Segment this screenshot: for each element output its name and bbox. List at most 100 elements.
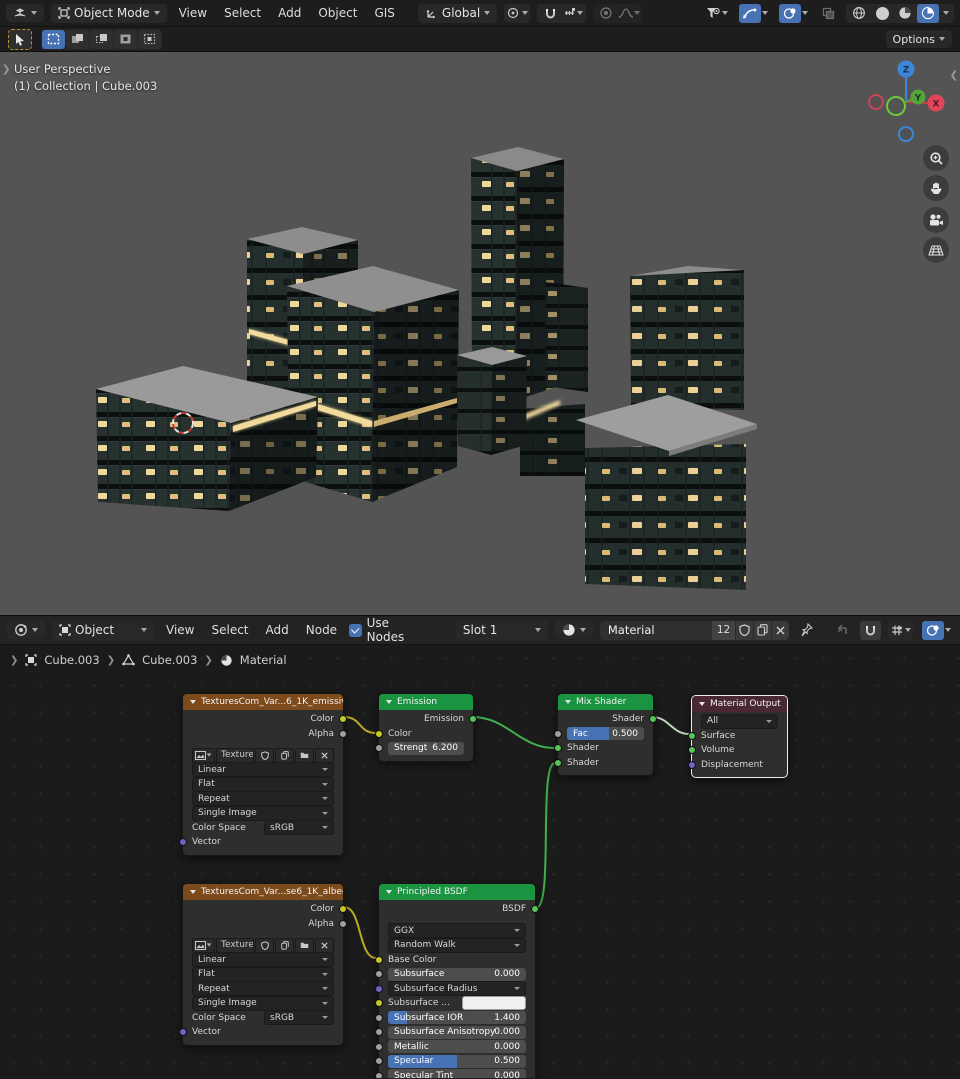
socket-subsurface-ior-input[interactable]	[375, 1014, 383, 1022]
image-browse-button[interactable]	[192, 938, 215, 953]
node-image-texture-emissive[interactable]: TexturesCom_Var...6_1K_emissive.tif Colo…	[182, 693, 344, 856]
source-dropdown[interactable]: Single Image	[192, 996, 334, 1011]
image-copy-button[interactable]	[275, 938, 294, 953]
socket-volume-input[interactable]	[688, 746, 696, 754]
socket-subsurface-input[interactable]	[375, 970, 383, 978]
show-overlays-toggle[interactable]	[779, 4, 801, 23]
distribution-dropdown[interactable]: GGX	[388, 923, 526, 938]
node-snap-toggle[interactable]	[860, 621, 881, 640]
breadcrumb-material[interactable]: Material	[240, 653, 287, 667]
collapse-icon[interactable]	[699, 702, 705, 706]
metallic-slider[interactable]: Metallic0.000	[388, 1040, 526, 1053]
socket-vector-input[interactable]	[179, 1028, 187, 1036]
snap-magnet-toggle[interactable]	[539, 4, 561, 23]
proportional-editing-toggle[interactable]	[595, 4, 617, 23]
socket-specular-input[interactable]	[375, 1057, 383, 1065]
transform-orientation-dropdown[interactable]: Global	[418, 4, 497, 23]
collapse-icon[interactable]	[190, 890, 196, 894]
socket-subsurface-anisotropy-input[interactable]	[375, 1028, 383, 1036]
editor-type-button[interactable]	[6, 4, 44, 22]
subsurface-method-dropdown[interactable]: Random Walk	[388, 938, 526, 953]
building-flat-right[interactable]	[630, 266, 744, 410]
menu-view[interactable]: View	[174, 0, 212, 26]
material-users-count[interactable]: 12	[712, 621, 735, 640]
subsurface-anisotropy-slider[interactable]: Subsurface Anisotropy0.000	[388, 1026, 526, 1039]
menu-object[interactable]: Object	[313, 0, 362, 26]
breadcrumb-object[interactable]: Cube.003	[44, 653, 99, 667]
node-menu-add[interactable]: Add	[261, 617, 294, 643]
node-menu-node[interactable]: Node	[301, 617, 342, 643]
shading-material-button[interactable]	[894, 4, 916, 23]
region-expand-left-icon[interactable]: ❯	[2, 64, 10, 75]
image-fake-user-button[interactable]	[255, 938, 274, 953]
interpolation-dropdown[interactable]: Linear	[192, 952, 334, 967]
material-name-field[interactable]: Material	[600, 623, 712, 637]
socket-displacement-input[interactable]	[688, 761, 696, 769]
shading-rendered-button[interactable]	[917, 4, 939, 23]
image-name-field[interactable]: TexturesCom_...	[216, 748, 254, 763]
shading-wireframe-button[interactable]	[848, 4, 870, 23]
image-unlink-button[interactable]	[315, 748, 334, 763]
viewport-pan-button[interactable]	[923, 175, 949, 201]
node-mix-shader[interactable]: Mix Shader Shader Fac 0.500 Shader Shade…	[557, 693, 654, 776]
navigation-gizmo[interactable]: Z Y X	[869, 61, 945, 142]
fake-user-button[interactable]	[735, 621, 753, 640]
socket-subsurface-radius-input[interactable]	[375, 985, 383, 993]
new-material-button[interactable]	[753, 621, 771, 640]
gizmo-axis-neg-x[interactable]	[869, 95, 883, 109]
gizmo-axis-neg-y[interactable]	[887, 97, 905, 115]
menu-select[interactable]: Select	[219, 0, 266, 26]
subsurface-color-swatch[interactable]	[462, 996, 526, 1010]
specular-slider[interactable]: Specular0.500	[388, 1055, 526, 1068]
pivot-point-group[interactable]	[504, 4, 530, 23]
collapse-icon[interactable]	[386, 890, 392, 894]
image-copy-button[interactable]	[275, 748, 294, 763]
visibility-dropdown[interactable]	[703, 4, 730, 23]
node-menu-select[interactable]: Select	[206, 617, 253, 643]
gizmo-axis-neg-z[interactable]	[899, 127, 913, 141]
viewport-zoom-button[interactable]	[923, 145, 949, 171]
select-box-new-button[interactable]	[42, 30, 65, 49]
socket-specular-tint-input[interactable]	[375, 1072, 383, 1078]
image-unlink-button[interactable]	[315, 938, 334, 953]
unlink-material-button[interactable]	[771, 621, 789, 640]
options-dropdown[interactable]: Options	[886, 30, 952, 48]
building-right-cube[interactable]	[576, 395, 757, 590]
specular-tint-slider[interactable]: Specular Tint0.000	[388, 1069, 526, 1078]
shading-solid-button[interactable]	[871, 4, 893, 23]
socket-shader2-input[interactable]	[554, 759, 562, 767]
snap-target-dropdown[interactable]	[562, 4, 584, 23]
select-subtract-button[interactable]	[90, 30, 113, 49]
menu-gis[interactable]: GIS	[369, 0, 399, 26]
collapse-icon[interactable]	[565, 700, 571, 704]
socket-subsurface-color-input[interactable]	[375, 999, 383, 1007]
strength-slider[interactable]: Strengt 6.200	[388, 742, 464, 755]
viewport-perspective-button[interactable]	[923, 237, 949, 263]
viewport-3d[interactable]: Z Y X User Perspective (1) Collection | …	[0, 52, 960, 615]
socket-surface-input[interactable]	[688, 732, 696, 740]
node-material-output[interactable]: Material Output All Surface Volume Displ…	[691, 695, 788, 778]
socket-alpha-output[interactable]	[339, 920, 347, 928]
image-name-field[interactable]: TexturesCom_...	[216, 938, 254, 953]
link-bsdf-to-mix[interactable]	[536, 763, 555, 908]
browse-material-button[interactable]	[555, 621, 593, 639]
output-target-dropdown[interactable]: All	[701, 714, 778, 729]
shader-node-editor[interactable]: ❯ Cube.003 ❯ Cube.003 ❯ Material Texture…	[0, 645, 960, 1078]
image-browse-button[interactable]	[192, 748, 215, 763]
select-intersect-button[interactable]	[138, 30, 161, 49]
projection-dropdown[interactable]: Flat	[192, 967, 334, 982]
building-sliver-right[interactable]	[545, 282, 588, 392]
material-slot-dropdown[interactable]: Slot 1	[456, 621, 548, 640]
editor-type-shader-button[interactable]	[7, 621, 45, 639]
node-menu-view[interactable]: View	[161, 617, 199, 643]
socket-fac-input[interactable]	[554, 730, 562, 738]
region-expand-right-icon[interactable]: ❮	[950, 70, 958, 81]
show-gizmo-toggle[interactable]	[739, 4, 761, 23]
socket-strength-input[interactable]	[375, 744, 383, 752]
socket-metallic-input[interactable]	[375, 1043, 383, 1051]
select-invert-button[interactable]	[114, 30, 137, 49]
select-extend-button[interactable]	[66, 30, 89, 49]
collapse-icon[interactable]	[386, 700, 392, 704]
node-image-texture-albedo[interactable]: TexturesCom_Var...se6_1K_albedo.ti Color…	[182, 883, 344, 1046]
socket-vector-input[interactable]	[179, 838, 187, 846]
